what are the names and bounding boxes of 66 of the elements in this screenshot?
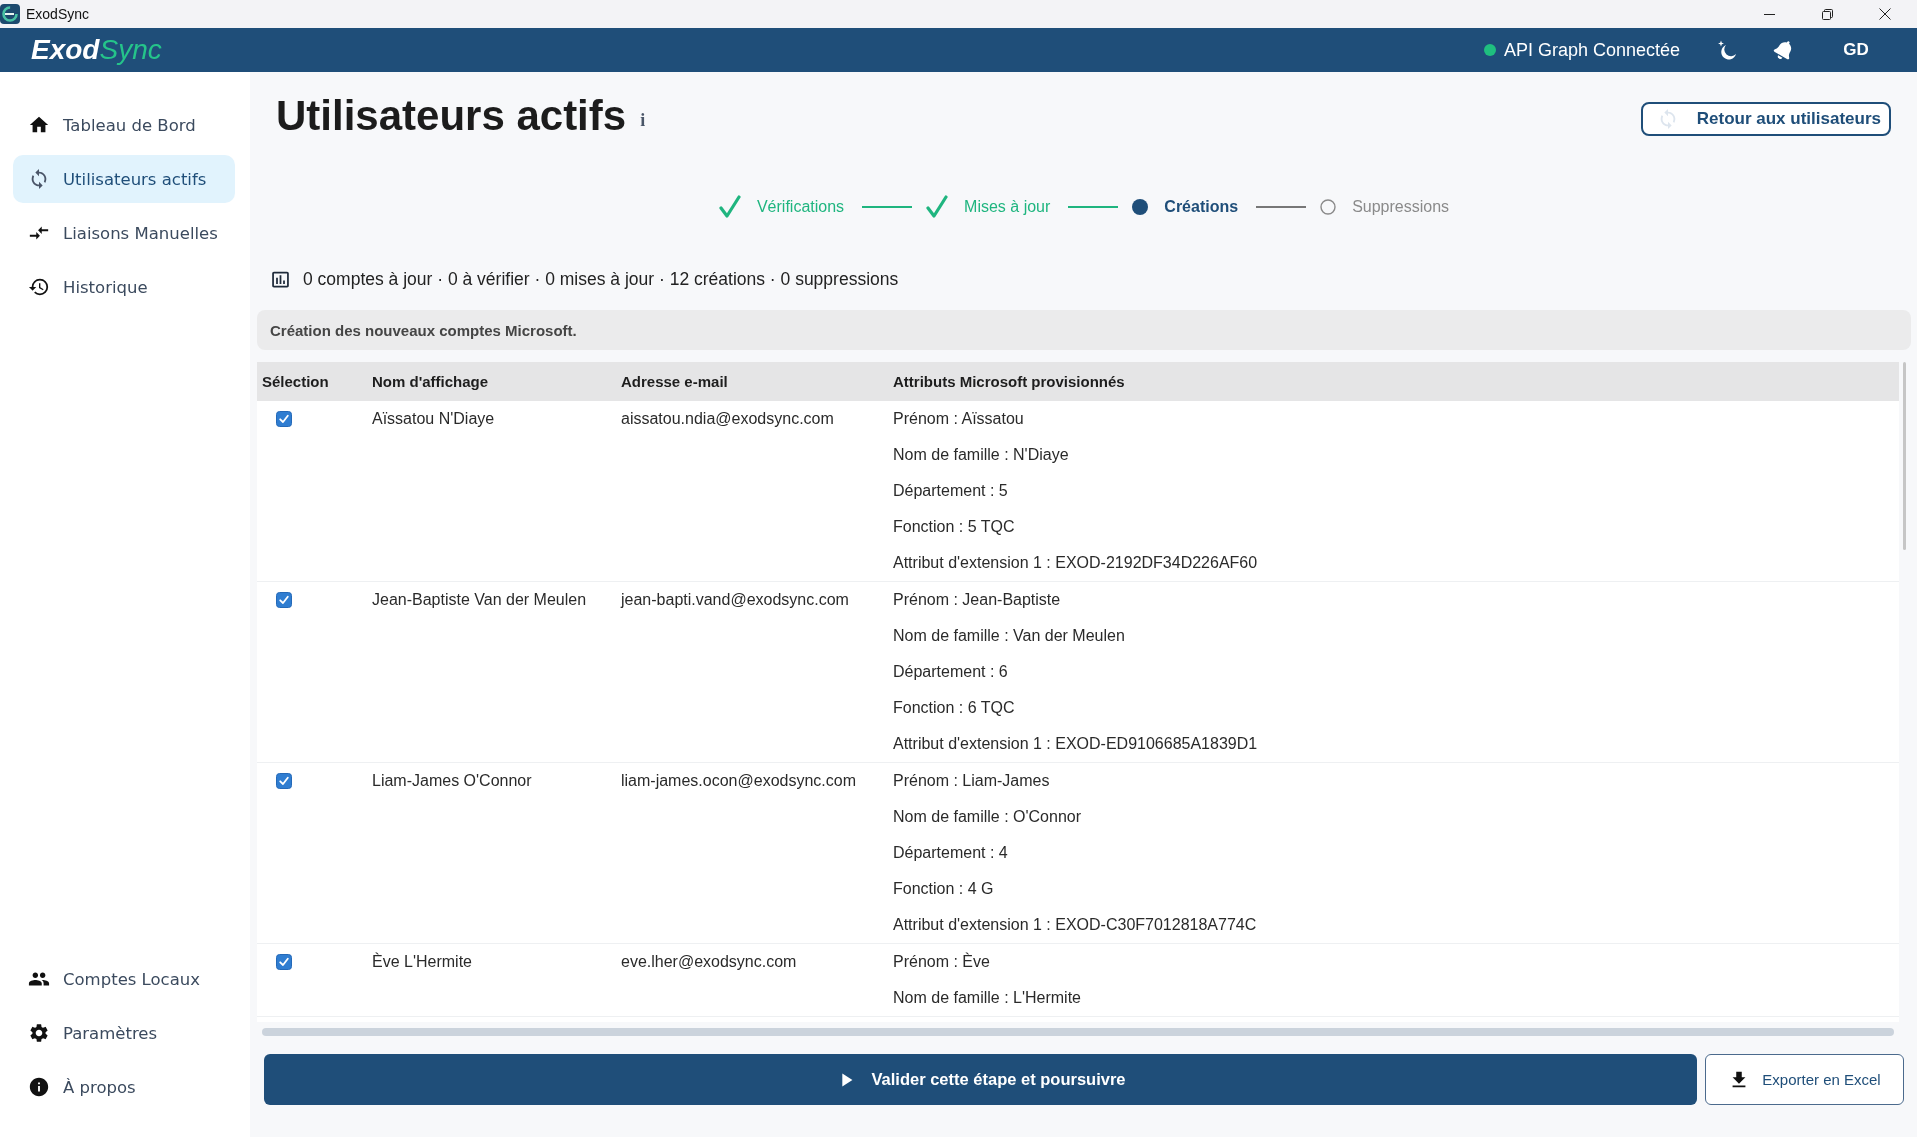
attribute-text: Nom de famille : N'Diaye [893, 445, 1069, 465]
step-label: Suppressions [1352, 198, 1450, 216]
step-connector [1068, 206, 1119, 208]
attribute-text: Nom de famille : O'Connor [893, 807, 1081, 827]
attribute-text: Fonction : 5 TQC [893, 517, 1015, 537]
step-label: Vérifications [756, 198, 845, 216]
table-cell-text: jean-bapti.vand@exodsync.com [621, 590, 849, 610]
attribute-text: Fonction : 4 G [893, 879, 994, 899]
table-cell-text: eve.lher@exodsync.com [621, 952, 797, 972]
step-label: Créations [1164, 198, 1239, 216]
sidebar-item[interactable]: Comptes Locaux [13, 955, 235, 1003]
attribute-text: Département : 4 [893, 843, 1008, 863]
attribute-text: Attribut d'extension 1 : EXOD-2192DF34D226AF60 [893, 553, 1258, 573]
attribute-text: Prénom : Liam-James [893, 771, 1050, 791]
row-checkbox[interactable] [276, 592, 292, 608]
info-hint[interactable]: i [640, 109, 646, 131]
step-connector [862, 206, 913, 208]
attribute-text: Département : 5 [893, 481, 1008, 501]
row-checkbox[interactable] [276, 954, 292, 970]
export-button[interactable]: Exporter en Excel [1705, 1054, 1904, 1105]
sidebar-item[interactable]: Utilisateurs actifs [13, 155, 235, 203]
horizontal-scrollbar[interactable] [262, 1028, 1894, 1036]
sidebar-item[interactable]: Liaisons Manuelles [13, 209, 235, 257]
table-cell-text: Aïssatou N'Diaye [372, 409, 495, 429]
column-header: Attributs Microsoft provisionnés [893, 373, 1125, 390]
table-cell-text: Liam-James O'Connor [372, 771, 532, 791]
sidebar-item[interactable]: À propos [13, 1063, 235, 1111]
attribute-text: Prénom : Jean-Baptiste [893, 590, 1061, 610]
settings-icon [28, 1022, 50, 1044]
sidebar-item[interactable]: Tableau de Bord [13, 101, 235, 149]
column-header: Adresse e-mail [621, 373, 728, 390]
validate-button[interactable]: Valider cette étape et poursuivre [264, 1054, 1697, 1105]
close-icon [1879, 8, 1891, 20]
moon-icon [1717, 40, 1737, 60]
table-cell-text: aissatou.ndia@exodsync.com [621, 409, 834, 429]
back-button[interactable]: Retour aux utilisateurs [1641, 102, 1891, 136]
row-checkbox[interactable] [276, 773, 292, 789]
step-connector [1256, 206, 1307, 208]
attribute-text: Fonction : 6 TQC [893, 698, 1015, 718]
sidebar-item[interactable]: Paramètres [13, 1009, 235, 1057]
attribute-text: Nom de famille : Van der Meulen [893, 626, 1125, 646]
history-icon [28, 276, 50, 298]
page-title: Utilisateurs actifs [276, 92, 627, 140]
attribute-text: Attribut d'extension 1 : EXOD-ED9106685A1839D1 [893, 734, 1258, 754]
column-header: Nom d'affichage [372, 373, 489, 390]
table-cell-text: Jean-Baptiste Van der Meulen [372, 590, 587, 610]
step-banner: Création des nouveaux comptes Microsoft. [257, 310, 1911, 350]
api-status-text: API Graph Connectée [1503, 39, 1680, 61]
minimize-icon [1763, 13, 1775, 15]
brand-logo: ExodSync [31, 36, 162, 64]
info-icon [28, 1076, 50, 1098]
attribute-text: Département : 6 [893, 662, 1008, 682]
summary-text: 0 comptes à jour · 0 à vérifier · 0 mises à jour · 12 créations · 0 suppressions [303, 268, 899, 290]
row-checkbox[interactable] [276, 411, 292, 427]
step-label: Mises à jour [964, 198, 1051, 216]
attribute-text: Prénom : Ève [893, 951, 990, 972]
sidebar-item[interactable]: Historique [13, 263, 235, 311]
column-header: Sélection [261, 373, 329, 390]
attribute-text: Prénom : Aïssatou [893, 409, 1024, 429]
table-cell-text: Ève L'Hermite [372, 951, 472, 972]
attribute-text: Nom de famille : L'Hermite [893, 988, 1081, 1008]
vertical-scrollbar[interactable] [1903, 362, 1906, 550]
restore-icon [1821, 8, 1833, 20]
window-title: ExodSync [26, 6, 90, 22]
table-cell-text: liam-james.ocon@exodsync.com [621, 771, 856, 791]
attribute-text: Attribut d'extension 1 : EXOD-C30F7012818A774C [893, 915, 1257, 935]
